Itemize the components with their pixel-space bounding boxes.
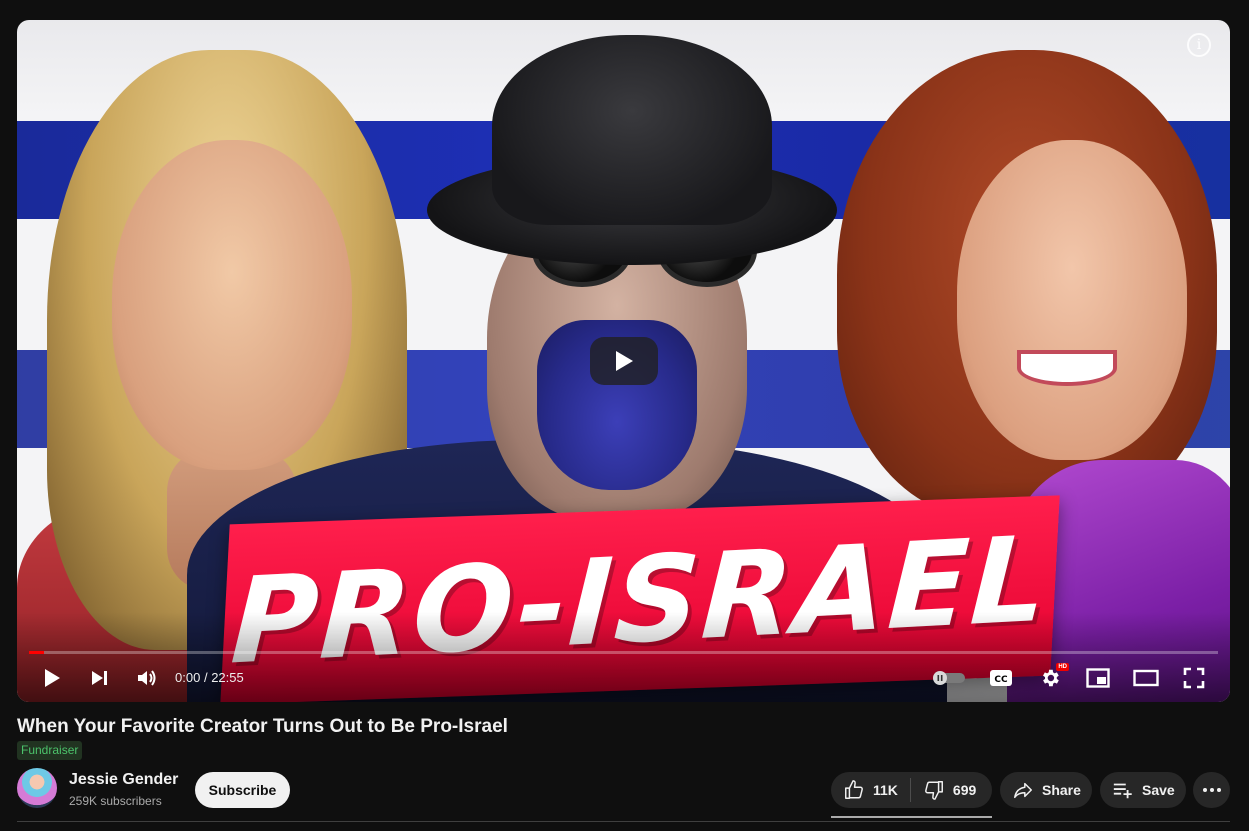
fullscreen-button[interactable] [1181, 666, 1207, 690]
info-icon[interactable]: i [1187, 33, 1211, 57]
fullscreen-icon [1183, 667, 1205, 689]
time-separator: / [203, 670, 208, 685]
play-icon [45, 669, 60, 687]
settings-button[interactable]: HD [1037, 663, 1069, 690]
divider-line [17, 821, 1230, 822]
hd-badge: HD [1056, 663, 1069, 671]
time-display: 0:00 / 22:55 [175, 670, 244, 685]
like-ratio-bar [831, 816, 992, 818]
more-horizontal-icon [1202, 788, 1221, 792]
dislike-button[interactable]: 699 [911, 772, 988, 808]
next-icon [92, 671, 107, 685]
center-person-hat [492, 35, 772, 225]
thumbs-up-icon [845, 780, 863, 799]
theater-button[interactable] [1132, 666, 1160, 690]
time-current: 0:00 [175, 670, 201, 685]
subscribe-button[interactable]: Subscribe [195, 772, 290, 808]
theater-icon [1133, 669, 1159, 687]
like-count: 11K [873, 782, 898, 798]
time-total: 22:55 [211, 670, 244, 685]
share-icon [1014, 782, 1032, 799]
share-label: Share [1042, 782, 1081, 798]
right-person-smile [1017, 350, 1117, 386]
channel-name[interactable]: Jessie Gender [69, 771, 178, 789]
left-person-face [112, 140, 352, 470]
save-label: Save [1142, 782, 1175, 798]
play-button[interactable] [39, 666, 65, 690]
cc-icon: CC [990, 670, 1012, 686]
right-person-face [957, 140, 1187, 460]
captions-button[interactable]: CC [987, 666, 1015, 690]
more-actions-button[interactable] [1193, 772, 1230, 808]
avatar[interactable] [17, 768, 57, 808]
add-to-playlist-icon [1113, 783, 1132, 799]
subscriber-count: 259K subscribers [69, 794, 162, 808]
volume-button[interactable] [133, 666, 161, 690]
thumbs-down-icon [924, 781, 943, 800]
video-player[interactable]: PRO-ISRAEL i 0:00 / 22:55 CC HD [17, 20, 1230, 702]
progress-bar[interactable] [29, 651, 1218, 654]
autoplay-toggle[interactable] [930, 666, 968, 690]
share-button[interactable]: Share [1000, 772, 1092, 808]
play-icon [616, 351, 633, 371]
progress-played [29, 651, 45, 654]
dislike-count: 699 [952, 782, 977, 798]
miniplayer-icon [1086, 668, 1110, 688]
volume-icon [138, 670, 156, 686]
svg-text:CC: CC [994, 675, 1008, 685]
autoplay-toggle-icon [933, 671, 965, 685]
miniplayer-button[interactable] [1085, 666, 1111, 690]
like-ratio-fill [831, 816, 992, 818]
video-title: When Your Favorite Creator Turns Out to … [17, 716, 508, 737]
like-dislike-group: 11K 699 [831, 772, 992, 808]
fundraiser-badge[interactable]: Fundraiser [17, 741, 83, 760]
big-play-button[interactable] [590, 337, 658, 385]
save-button[interactable]: Save [1100, 772, 1186, 808]
like-button[interactable]: 11K [831, 772, 910, 808]
next-button[interactable] [87, 666, 113, 690]
